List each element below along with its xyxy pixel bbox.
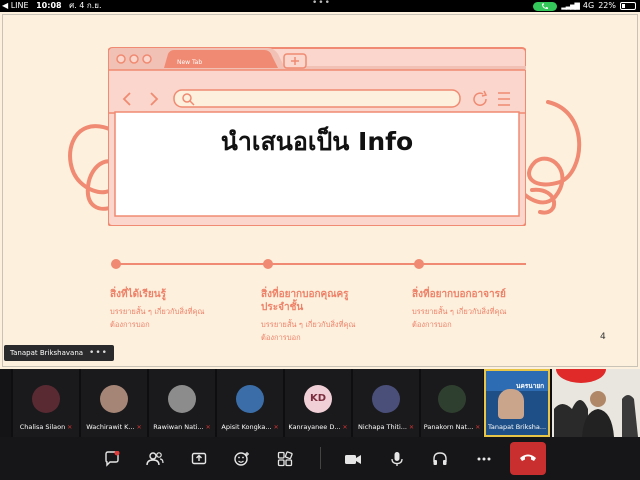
battery-percent: 22%: [598, 1, 616, 10]
active-call-icon[interactable]: [533, 1, 558, 11]
leave-meeting-button[interactable]: [510, 442, 546, 475]
leave-icon: [520, 454, 536, 461]
avatar: [168, 385, 196, 413]
mic-muted-icon: ✕: [408, 424, 414, 431]
participant-tile-active-speaker[interactable]: นครนายก Tanapat Briksha...✕: [484, 369, 550, 437]
mic-muted-icon: ✕: [205, 424, 211, 431]
battery-icon: [620, 2, 636, 10]
toolbar-divider: [320, 447, 321, 469]
audio-icon[interactable]: [426, 445, 454, 473]
chat-icon[interactable]: [98, 445, 126, 473]
slide-number: 4: [600, 332, 606, 342]
timeline: [111, 259, 526, 269]
participant-tile[interactable]: Chalisa Silaon ✕: [13, 369, 79, 437]
participant-strip[interactable]: Chalisa Silaon ✕ Wachirawit K... ✕ Rawiwan…: [0, 369, 640, 437]
column-body: บรรยายสั้น ๆ เกี่ยวกับสิ่งที่คุณ ต้องการบ…: [261, 320, 356, 342]
mic-muted-icon: ✕: [136, 424, 142, 431]
info-column-3: สิ่งที่อยากบอกอาจารย์ บรรยายสั้น ๆ เกี่ย…: [412, 288, 552, 331]
video-caption: นครนายก: [516, 382, 545, 390]
column-heading: สิ่งที่ได้เรียนรู้: [110, 289, 166, 300]
avatar: [100, 385, 128, 413]
slide-title: นำเสนอเป็น Info: [220, 127, 414, 156]
mic-icon[interactable]: [383, 445, 411, 473]
avatar: [32, 385, 60, 413]
browser-tab-title: New Tab: [177, 59, 203, 66]
date: ศ. 4 ก.ย.: [69, 1, 102, 10]
meeting-toolbar: [0, 437, 640, 480]
participant-tile[interactable]: Panakorn Nat... ✕: [421, 369, 483, 437]
avatar-initials: KD: [304, 385, 332, 413]
status-bar: ◀ LINE 10:08 ศ. 4 ก.ย. ••• ▂▃▅▇ 4G 22%: [0, 0, 640, 12]
clock: 10:08: [36, 1, 62, 10]
avatar: [236, 385, 264, 413]
participant-video-tile[interactable]: [552, 369, 640, 437]
avatar: [438, 385, 466, 413]
video-background: [554, 391, 638, 437]
reactions-icon[interactable]: [228, 445, 256, 473]
video-person: [498, 389, 524, 419]
network-type: 4G: [582, 1, 595, 10]
participant-tile[interactable]: Wachirawit K... ✕: [81, 369, 147, 437]
info-column-1: สิ่งที่ได้เรียนรู้ บรรยายสั้น ๆ เกี่ยวกั…: [110, 288, 250, 331]
more-icon[interactable]: [470, 445, 498, 473]
timeline-dot: [414, 259, 424, 269]
mic-muted-icon: ✕: [342, 424, 348, 431]
column-heading: สิ่งที่อยากบอกคุณครู ประจำชั้น: [261, 289, 349, 313]
column-body: บรรยายสั้น ๆ เกี่ยวกับสิ่งที่คุณ ต้องการบ…: [110, 307, 205, 329]
participants-icon[interactable]: [141, 445, 169, 473]
participant-tile[interactable]: KD Kanrayanee D... ✕: [285, 369, 351, 437]
mic-muted-icon: ✕: [475, 424, 481, 431]
timeline-dot: [263, 259, 273, 269]
mic-muted-icon: ✕: [273, 424, 279, 431]
shared-screen: New Tab นำเสนอเป็น Info สิ่งที่ได้เรียนร…: [0, 12, 640, 369]
participant-tile-partial[interactable]: [0, 369, 11, 437]
camera-icon[interactable]: [339, 445, 367, 473]
participant-tile[interactable]: Rawiwan Nati... ✕: [149, 369, 215, 437]
column-heading: สิ่งที่อยากบอกอาจารย์: [412, 289, 506, 300]
participant-tile[interactable]: Nichapa Thiti... ✕: [353, 369, 419, 437]
zoom-meeting-screen: ◀ LINE 10:08 ศ. 4 ก.ย. ••• ▂▃▅▇ 4G 22% N…: [0, 0, 640, 480]
share-screen-icon[interactable]: [185, 445, 213, 473]
avatar: [372, 385, 400, 413]
participant-tile[interactable]: Apisit Kongka... ✕: [217, 369, 283, 437]
info-column-2: สิ่งที่อยากบอกคุณครู ประจำชั้น บรรยายสั้น…: [261, 288, 401, 344]
column-body: บรรยายสั้น ๆ เกี่ยวกับสิ่งที่คุณ ต้องการบ…: [412, 307, 507, 329]
presenter-name-label[interactable]: Tanapat Brikshavana •••: [4, 345, 114, 361]
more-icon[interactable]: •••: [89, 345, 108, 361]
mic-muted-icon: ✕: [67, 424, 73, 431]
timeline-dot: [111, 259, 121, 269]
apps-icon[interactable]: [271, 445, 299, 473]
signal-icon: ▂▃▅▇: [561, 2, 580, 10]
multitask-dots-icon[interactable]: •••: [312, 0, 331, 9]
back-to-app-link[interactable]: ◀ LINE: [2, 1, 29, 10]
